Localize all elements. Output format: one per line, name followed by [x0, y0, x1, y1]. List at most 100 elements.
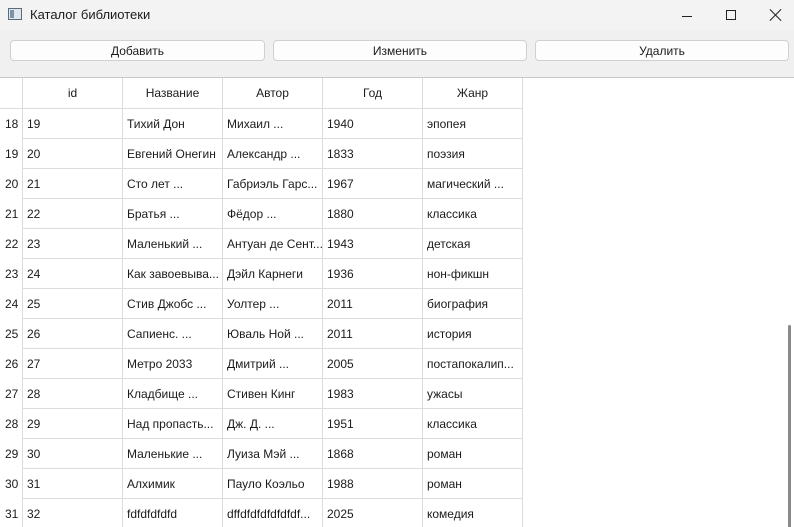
table-cell-title[interactable]: Братья ... [123, 199, 223, 229]
table-cell-genre[interactable]: детская [423, 229, 523, 259]
row-header[interactable]: 22 [0, 229, 23, 259]
close-button[interactable] [753, 0, 794, 30]
row-header[interactable]: 31 [0, 499, 23, 527]
row-header[interactable]: 27 [0, 379, 23, 409]
table-cell-genre[interactable]: классика [423, 199, 523, 229]
row-header[interactable]: 30 [0, 469, 23, 499]
table-cell-id[interactable]: 29 [23, 409, 123, 439]
table-cell-genre[interactable]: история [423, 319, 523, 349]
table-cell-year[interactable]: 1951 [323, 409, 423, 439]
table-cell-year[interactable]: 2005 [323, 349, 423, 379]
row-header[interactable]: 28 [0, 409, 23, 439]
table-cell-author[interactable]: Дмитрий ... [223, 349, 323, 379]
row-header[interactable]: 26 [0, 349, 23, 379]
column-header-author[interactable]: Автор [223, 78, 323, 109]
table-cell-year[interactable]: 1967 [323, 169, 423, 199]
table-cell-author[interactable]: Луиза Мэй ... [223, 439, 323, 469]
table-cell-title[interactable]: Маленькие ... [123, 439, 223, 469]
main-window: Каталог библиотеки Добавить Изменить Уда… [0, 0, 794, 527]
table-cell-author[interactable]: Пауло Коэльо [223, 469, 323, 499]
table-cell-id[interactable]: 27 [23, 349, 123, 379]
table-cell-title[interactable]: Евгений Онегин [123, 139, 223, 169]
books-table[interactable]: id Название Автор Год Жанр 18 19 Тихий Дон Михаи… [0, 77, 794, 527]
table-cell-year[interactable]: 2011 [323, 319, 423, 349]
table-cell-year[interactable]: 1936 [323, 259, 423, 289]
table-cell-title[interactable]: Сто лет ... [123, 169, 223, 199]
row-header[interactable]: 29 [0, 439, 23, 469]
add-button[interactable]: Добавить [10, 40, 265, 61]
table-cell-title[interactable]: Маленький ... [123, 229, 223, 259]
table-cell-author[interactable]: Юваль Ной ... [223, 319, 323, 349]
table-cell-year[interactable]: 1940 [323, 109, 423, 139]
table-cell-year[interactable]: 1988 [323, 469, 423, 499]
table-cell-year[interactable]: 1943 [323, 229, 423, 259]
table-cell-year[interactable]: 2025 [323, 499, 423, 527]
table-cell-author[interactable]: Габриэль Гарс... [223, 169, 323, 199]
table-cell-author[interactable]: Фёдор ... [223, 199, 323, 229]
row-header[interactable]: 23 [0, 259, 23, 289]
row-header[interactable]: 18 [0, 109, 23, 139]
table-cell-genre[interactable]: постапокалип... [423, 349, 523, 379]
table-cell-year[interactable]: 2011 [323, 289, 423, 319]
minimize-button[interactable] [664, 0, 710, 30]
table-cell-id[interactable]: 26 [23, 319, 123, 349]
table-cell-title[interactable]: fdfdfdfdfd [123, 499, 223, 527]
row-header[interactable]: 20 [0, 169, 23, 199]
table-cell-genre[interactable]: роман [423, 469, 523, 499]
table-cell-id[interactable]: 19 [23, 109, 123, 139]
table-cell-year[interactable]: 1983 [323, 379, 423, 409]
table-cell-year[interactable]: 1833 [323, 139, 423, 169]
scrollbar-thumb[interactable] [788, 325, 791, 527]
table-cell-genre[interactable]: роман [423, 439, 523, 469]
table-cell-title[interactable]: Метро 2033 [123, 349, 223, 379]
table-cell-author[interactable]: dffdfdfdfdfdfdf... [223, 499, 323, 527]
row-header[interactable]: 19 [0, 139, 23, 169]
column-header-genre[interactable]: Жанр [423, 78, 523, 109]
table-cell-genre[interactable]: классика [423, 409, 523, 439]
table-cell-author[interactable]: Антуан де Сент... [223, 229, 323, 259]
table-cell-title[interactable]: Как завоевыва... [123, 259, 223, 289]
table-cell-id[interactable]: 24 [23, 259, 123, 289]
edit-button[interactable]: Изменить [273, 40, 527, 61]
column-header-id[interactable]: id [23, 78, 123, 109]
vertical-scrollbar[interactable] [786, 78, 794, 527]
table-cell-title[interactable]: Алхимик [123, 469, 223, 499]
column-header-year[interactable]: Год [323, 78, 423, 109]
table-cell-id[interactable]: 21 [23, 169, 123, 199]
row-header[interactable]: 25 [0, 319, 23, 349]
row-header[interactable]: 24 [0, 289, 23, 319]
table-cell-id[interactable]: 23 [23, 229, 123, 259]
table-cell-title[interactable]: Кладбище ... [123, 379, 223, 409]
table-cell-genre[interactable]: магический ... [423, 169, 523, 199]
table-cell-author[interactable]: Дж. Д. ... [223, 409, 323, 439]
table-cell-year[interactable]: 1868 [323, 439, 423, 469]
table-cell-genre[interactable]: эпопея [423, 109, 523, 139]
table-cell-id[interactable]: 25 [23, 289, 123, 319]
table-cell-year[interactable]: 1880 [323, 199, 423, 229]
table-corner-button[interactable] [0, 78, 23, 109]
row-header[interactable]: 21 [0, 199, 23, 229]
table-cell-author[interactable]: Дэйл Карнеги [223, 259, 323, 289]
table-cell-id[interactable]: 31 [23, 469, 123, 499]
table-cell-author[interactable]: Михаил ... [223, 109, 323, 139]
maximize-button[interactable] [708, 0, 754, 30]
table-cell-author[interactable]: Стивен Кинг [223, 379, 323, 409]
table-cell-id[interactable]: 28 [23, 379, 123, 409]
table-cell-id[interactable]: 22 [23, 199, 123, 229]
table-cell-genre[interactable]: поэзия [423, 139, 523, 169]
table-cell-genre[interactable]: комедия [423, 499, 523, 527]
delete-button[interactable]: Удалить [535, 40, 789, 61]
table-cell-id[interactable]: 32 [23, 499, 123, 527]
column-header-title[interactable]: Название [123, 78, 223, 109]
table-cell-genre[interactable]: нон-фикшн [423, 259, 523, 289]
table-cell-genre[interactable]: биография [423, 289, 523, 319]
table-cell-author[interactable]: Уолтер ... [223, 289, 323, 319]
table-cell-id[interactable]: 20 [23, 139, 123, 169]
table-cell-title[interactable]: Тихий Дон [123, 109, 223, 139]
table-cell-genre[interactable]: ужасы [423, 379, 523, 409]
table-cell-title[interactable]: Над пропасть... [123, 409, 223, 439]
table-cell-title[interactable]: Стив Джобс ... [123, 289, 223, 319]
table-cell-title[interactable]: Сапиенс. ... [123, 319, 223, 349]
table-cell-author[interactable]: Александр ... [223, 139, 323, 169]
table-cell-id[interactable]: 30 [23, 439, 123, 469]
